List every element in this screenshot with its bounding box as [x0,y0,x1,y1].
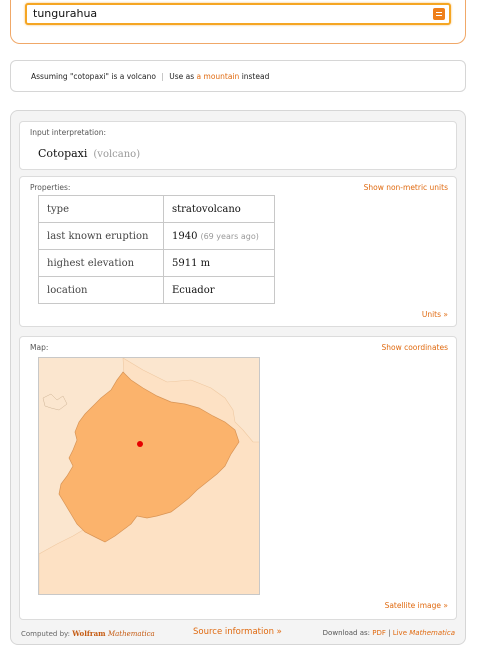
assumption-separator: | [161,72,164,81]
table-row: last known eruption 1940 (69 years ago) [38,222,275,250]
show-non-metric-units-link[interactable]: Show non-metric units [364,183,448,192]
map-pod: Map: Show coordinates Satellite image » [19,336,457,620]
brand-product: Mathematica [107,630,155,638]
property-value: stratovolcano [163,195,275,223]
search-input[interactable]: tungurahua [25,3,451,25]
properties-pod: Properties: Show non-metric units type s… [19,176,457,327]
search-bar-container: tungurahua [10,0,466,44]
brand-logo[interactable]: Wolfram Mathematica [72,629,154,638]
property-value-text: 5911 m [172,257,211,269]
table-row: type stratovolcano [38,195,275,223]
property-note: (69 years ago) [200,231,259,241]
interpretation-value: Cotopaxi (volcano) [38,147,140,160]
interpretation-entity: Cotopaxi [38,147,88,160]
map-image[interactable] [38,357,260,595]
use-as-text: Use as [169,72,195,81]
live-label: Live [392,629,407,637]
assumption-bar: Assuming "cotopaxi" is a volcano | Use a… [10,60,466,92]
table-row: highest elevation 5911 m [38,249,275,277]
property-value-text: 1940 [172,230,198,242]
download-options: Download as: PDF | Live Mathematica [323,629,455,637]
pod-title: Input interpretation: [30,128,107,137]
instead-text: instead [241,72,270,81]
satellite-image-link[interactable]: Satellite image » [385,601,448,610]
interpretation-type: (volcano) [93,149,141,160]
ecuador-map [39,358,259,594]
results-panel: Input interpretation: Cotopaxi (volcano) … [10,110,466,645]
download-separator: | [388,629,391,637]
property-key: type [38,195,164,223]
property-value: Ecuador [163,276,275,304]
property-value: 5911 m [163,249,275,277]
computed-by: Computed by: Wolfram Mathematica [21,629,155,638]
property-value: 1940 (69 years ago) [163,222,275,250]
property-key: highest elevation [38,249,164,277]
table-row: location Ecuador [38,276,275,304]
alternate-interpretation-link[interactable]: a mountain [197,72,240,81]
search-input-value[interactable]: tungurahua [33,7,97,20]
show-coordinates-link[interactable]: Show coordinates [381,343,448,352]
assumption-text: Assuming "cotopaxi" is a volcano [31,72,156,81]
source-information-link[interactable]: Source information » [193,627,282,637]
property-key: last known eruption [38,222,164,250]
pod-title: Properties: [30,183,71,192]
live-mathematica-link[interactable]: Live Mathematica [393,629,455,637]
computed-by-label: Computed by: [21,630,71,638]
property-value-text: Ecuador [172,284,215,296]
input-interpretation-pod: Input interpretation: Cotopaxi (volcano) [19,121,457,170]
download-pdf-link[interactable]: PDF [372,629,386,637]
property-key: location [38,276,164,304]
units-link[interactable]: Units » [422,310,448,319]
brand-name: Wolfram [72,629,106,638]
property-value-text: stratovolcano [172,203,241,215]
volcano-location-marker [137,441,143,447]
results-footer: Computed by: Wolfram Mathematica Source … [11,625,467,643]
properties-table: type stratovolcano last known eruption 1… [38,195,275,304]
equals-search-icon[interactable] [433,8,445,20]
pod-title: Map: [30,343,49,352]
download-label: Download as: [322,629,370,637]
live-product: Mathematica [409,629,455,637]
